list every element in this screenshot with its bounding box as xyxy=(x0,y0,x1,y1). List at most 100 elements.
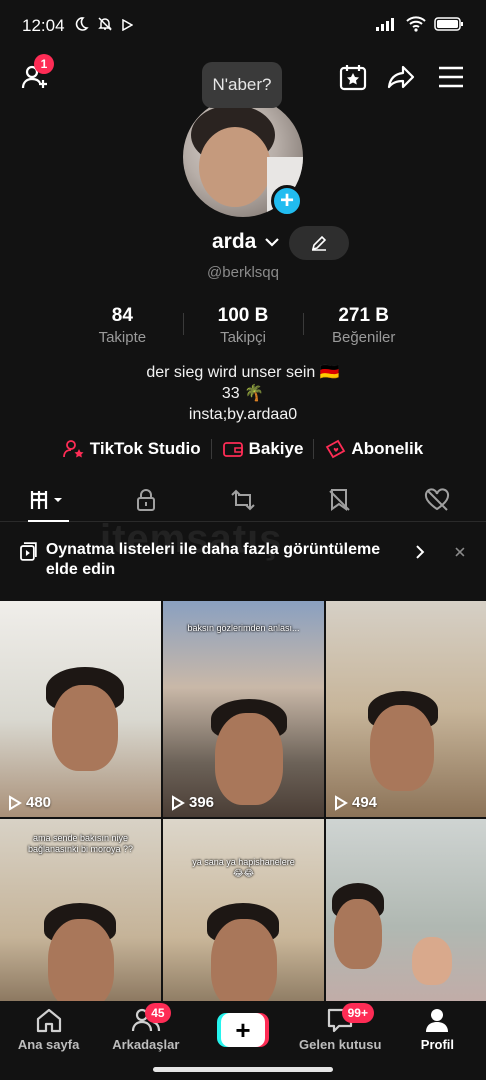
username: arda xyxy=(212,230,257,253)
view-count: 494 xyxy=(334,794,377,811)
home-icon xyxy=(36,1008,61,1033)
balance-label: Bakiye xyxy=(248,439,304,458)
video-thumbnail[interactable]: 480 xyxy=(0,601,161,817)
nav-friends[interactable]: 45 Arkadaşlar xyxy=(97,1001,194,1061)
followers-count: 100 B xyxy=(217,305,269,326)
followers-label: Takipçi xyxy=(220,329,266,346)
likes-label: Beğeniler xyxy=(331,329,396,346)
edit-profile-button[interactable] xyxy=(289,226,349,260)
chevron-down-icon xyxy=(265,238,279,247)
plus-icon: + xyxy=(279,187,294,214)
video-caption: ama sende bakısın niye bağlanasınki bi m… xyxy=(27,833,134,854)
calendar-star-icon xyxy=(339,65,367,91)
nav-profile[interactable]: Profil xyxy=(389,1001,486,1061)
grid-bars-icon xyxy=(30,490,62,509)
playlist-icon xyxy=(20,542,37,561)
nav-create[interactable]: + xyxy=(194,1001,291,1061)
nav-inbox-label: Gelen kutusu xyxy=(299,1037,382,1052)
name-row: arda xyxy=(0,226,486,262)
moon-icon xyxy=(73,16,89,37)
heart-ticket-icon xyxy=(326,439,346,459)
tab-favorites[interactable] xyxy=(292,478,389,521)
username-switcher[interactable]: arda xyxy=(212,230,280,254)
share-arrow-icon xyxy=(387,65,415,89)
home-indicator[interactable] xyxy=(153,1067,333,1072)
tab-private[interactable] xyxy=(97,478,194,521)
tiktok-studio-link[interactable]: TikTok Studio xyxy=(62,439,201,459)
person-star-icon xyxy=(62,440,84,458)
friends-badge: 45 xyxy=(145,1003,171,1023)
wallet-icon xyxy=(222,442,243,457)
close-icon[interactable] xyxy=(454,546,466,558)
create-button[interactable]: + xyxy=(217,1013,269,1047)
playlist-banner[interactable]: Oynatma listeleri ile daha fazla görüntü… xyxy=(0,530,486,596)
bio-line: insta;by.ardaa0 xyxy=(188,406,298,423)
bio: der sieg wird unser sein 🇩🇪 33 🌴 insta;b… xyxy=(0,362,486,425)
followers-stat[interactable]: 100 B Takipçi xyxy=(182,305,304,349)
bio-line: der sieg wird unser sein 🇩🇪 xyxy=(146,364,340,381)
view-count: 396 xyxy=(171,794,214,811)
video-thumbnail[interactable]: 494 xyxy=(326,601,486,817)
view-count: 480 xyxy=(8,794,51,811)
content-tabs xyxy=(0,478,486,522)
menu-button[interactable] xyxy=(434,60,468,94)
divider xyxy=(210,439,212,459)
calendar-star-button[interactable] xyxy=(336,60,370,94)
stats-row: 84 Takipte 100 B Takipçi 271 B Beğeniler xyxy=(62,305,424,349)
status-bar: 12:04 xyxy=(0,0,486,52)
add-friends-button[interactable]: 1 xyxy=(18,54,54,94)
inbox-badge: 99+ xyxy=(341,1003,374,1023)
thumbnail-subject xyxy=(211,919,277,1009)
tab-reposts[interactable] xyxy=(194,478,291,521)
nav-home-label: Ana sayfa xyxy=(17,1037,80,1052)
nav-inbox[interactable]: 99+ Gelen kutusu xyxy=(292,1001,389,1061)
chevron-right-icon[interactable] xyxy=(414,544,426,560)
subscription-link[interactable]: Abonelik xyxy=(324,439,423,459)
note-bubble-text: N'aber? xyxy=(212,75,272,94)
thumbnail-subject xyxy=(412,937,452,985)
tab-liked[interactable] xyxy=(389,478,486,521)
video-thumbnail[interactable]: baksın gözlerimden anlası... 396 xyxy=(163,601,324,817)
avatar-add-button[interactable]: + xyxy=(271,185,303,217)
battery-icon xyxy=(434,16,464,37)
divider xyxy=(313,439,315,459)
nav-profile-label: Profil xyxy=(420,1037,455,1052)
balance-link[interactable]: Bakiye xyxy=(222,439,304,459)
wifi-icon xyxy=(406,15,426,37)
view-count-value: 396 xyxy=(189,794,215,811)
play-icon xyxy=(9,794,22,811)
user-handle: @berklsqq xyxy=(207,264,279,281)
add-friends-badge: 1 xyxy=(34,54,54,74)
following-stat[interactable]: 84 Takipte xyxy=(62,305,183,349)
following-count: 84 xyxy=(111,305,133,326)
profile-icon xyxy=(426,1009,449,1032)
tab-videos[interactable] xyxy=(0,478,97,522)
view-count-value: 480 xyxy=(26,794,52,811)
likes-count: 271 B xyxy=(338,305,390,326)
plus-icon: + xyxy=(221,1013,265,1047)
tiktok-studio-label: TikTok Studio xyxy=(89,439,201,458)
nav-home[interactable]: Ana sayfa xyxy=(0,1001,97,1061)
play-icon xyxy=(335,794,348,811)
thumbnail-subject xyxy=(52,685,118,771)
likes-stat[interactable]: 271 B Beğeniler xyxy=(303,305,424,349)
bottom-nav: Ana sayfa 45 Arkadaşlar + 99+ Gelen kutu… xyxy=(0,1001,486,1061)
banner-text: Oynatma listeleri ile daha fazla görüntü… xyxy=(45,541,381,578)
following-label: Takipte xyxy=(98,329,147,346)
bio-line: 33 🌴 xyxy=(221,385,265,402)
heart-eye-icon xyxy=(425,487,450,511)
signal-icon xyxy=(376,16,398,36)
nav-friends-label: Arkadaşlar xyxy=(112,1037,180,1052)
profile-links: TikTok Studio Bakiye Abonelik xyxy=(0,437,486,461)
share-button[interactable] xyxy=(384,60,418,94)
video-caption: baksın gözlerimden anlası... xyxy=(187,623,300,633)
pencil-icon xyxy=(311,235,327,251)
repost-icon xyxy=(231,489,255,510)
thumbnail-subject xyxy=(334,899,382,969)
thumbnail-subject xyxy=(215,713,283,805)
play-icon xyxy=(172,794,185,811)
note-bubble[interactable]: N'aber? xyxy=(202,62,282,108)
play-store-icon xyxy=(121,16,134,36)
video-caption: ya sana ya hapishanelere 😂😂 xyxy=(192,857,295,878)
bookmark-eye-icon xyxy=(329,488,350,511)
